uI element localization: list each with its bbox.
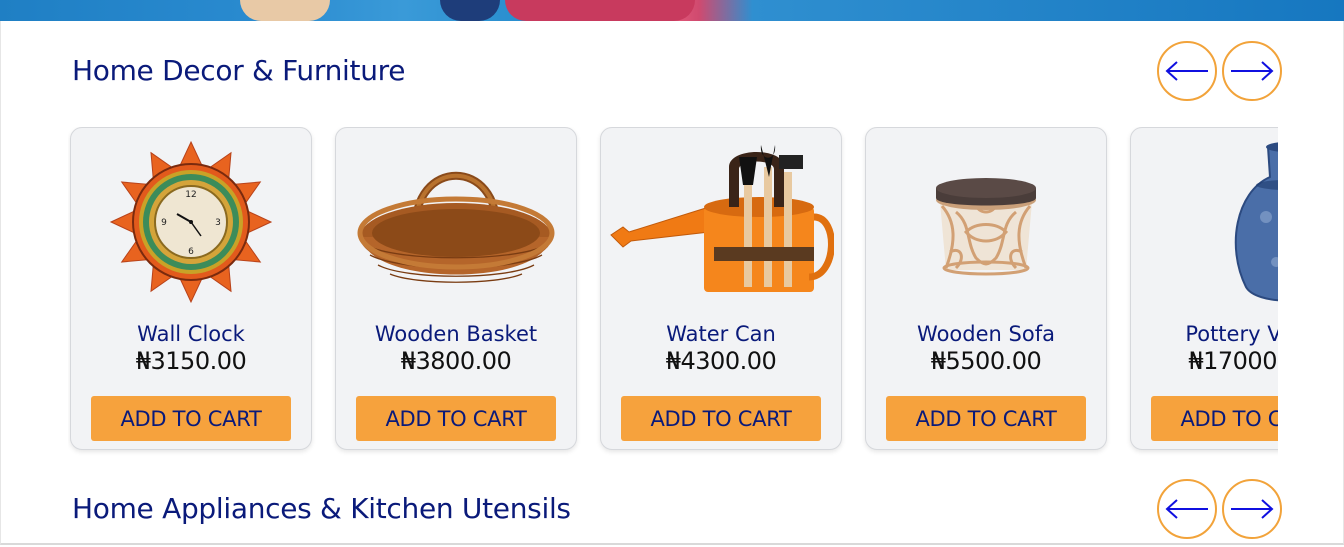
carousel-next-button[interactable]: [1222, 479, 1282, 539]
carousel-prev-button[interactable]: [1157, 479, 1217, 539]
watering-can-image[interactable]: [601, 134, 841, 310]
svg-text:9: 9: [161, 218, 167, 228]
wooden-basket-image[interactable]: [336, 134, 576, 310]
product-card[interactable]: Wooden Sofa ₦5500.00 ADD TO CART: [865, 127, 1107, 450]
svg-text:12: 12: [185, 190, 196, 200]
product-name[interactable]: Water Can: [601, 322, 841, 346]
carousel-prev-button[interactable]: [1157, 41, 1217, 101]
product-name[interactable]: Wooden Sofa: [866, 322, 1106, 346]
arrow-right-icon: [1231, 499, 1274, 519]
product-sections: Home Decor & Furniture 12 3 6 9 Wall Clo…: [0, 21, 1344, 545]
arrow-left-icon: [1165, 499, 1208, 519]
product-name[interactable]: Wooden Basket: [336, 322, 576, 346]
product-carousel-home-decor: 12 3 6 9 Wall Clock ₦3150.00 ADD TO CART: [68, 127, 1278, 457]
product-card[interactable]: Water Can ₦4300.00 ADD TO CART: [600, 127, 842, 450]
add-to-cart-button[interactable]: ADD TO CART: [621, 396, 821, 441]
hero-banner-strip: [0, 0, 1344, 21]
svg-text:3: 3: [215, 218, 221, 228]
add-to-cart-button[interactable]: ADD TO CART: [886, 396, 1086, 441]
wall-clock-image[interactable]: 12 3 6 9: [71, 134, 311, 310]
add-to-cart-button[interactable]: ADD TO CART: [1151, 396, 1278, 441]
section-title-home-appliances: Home Appliances & Kitchen Utensils: [72, 492, 571, 525]
add-to-cart-button[interactable]: ADD TO CART: [91, 396, 291, 441]
product-price: ₦3150.00: [135, 347, 247, 375]
carousel-next-button[interactable]: [1222, 41, 1282, 101]
product-price: ₦17000.00: [1188, 347, 1278, 375]
add-to-cart-button[interactable]: ADD TO CART: [356, 396, 556, 441]
product-card[interactable]: Pottery Vase ₦17000.00 ADD TO CART: [1130, 127, 1278, 450]
arrow-left-icon: [1165, 61, 1208, 81]
section-title-home-decor: Home Decor & Furniture: [72, 54, 406, 87]
svg-text:6: 6: [188, 247, 194, 257]
vase-image[interactable]: [1131, 134, 1278, 310]
product-price: ₦3800.00: [400, 347, 512, 375]
product-name[interactable]: Wall Clock: [71, 322, 311, 346]
arrow-right-icon: [1231, 61, 1274, 81]
product-name[interactable]: Pottery Vase: [1131, 322, 1278, 346]
product-price: ₦5500.00: [930, 347, 1042, 375]
product-card[interactable]: 12 3 6 9 Wall Clock ₦3150.00 ADD TO CART: [70, 127, 312, 450]
product-card[interactable]: Wooden Basket ₦3800.00 ADD TO CART: [335, 127, 577, 450]
stool-image[interactable]: [866, 134, 1106, 310]
product-price: ₦4300.00: [665, 347, 777, 375]
